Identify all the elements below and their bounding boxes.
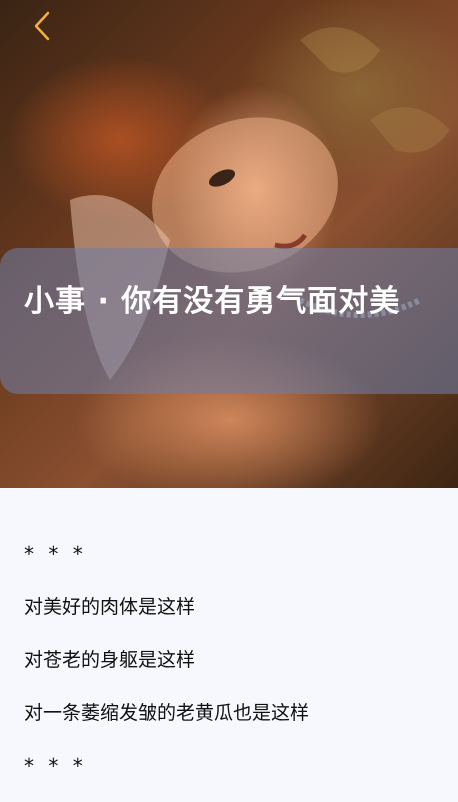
article-line: 对一条萎缩发皱的老黄瓜也是这样 bbox=[24, 702, 310, 724]
separator-stars: * * * bbox=[24, 542, 87, 566]
cover-illustration bbox=[70, 27, 450, 380]
article-body: * * * 对美好的肉体是这样 对苍老的身躯是这样 对一条萎缩发皱的老黄瓜也是这… bbox=[24, 536, 434, 801]
article-line: 对美好的肉体是这样 bbox=[24, 596, 196, 618]
article-line: 对苍老的身躯是这样 bbox=[24, 649, 196, 671]
back-button[interactable] bbox=[28, 10, 58, 42]
chevron-left-icon bbox=[34, 11, 50, 41]
article-title: 小事 · 你有没有勇气面对美 bbox=[24, 284, 401, 319]
separator-stars: * * * bbox=[24, 754, 87, 778]
cover-image: 小事 · 你有没有勇气面对美 bbox=[0, 0, 458, 488]
